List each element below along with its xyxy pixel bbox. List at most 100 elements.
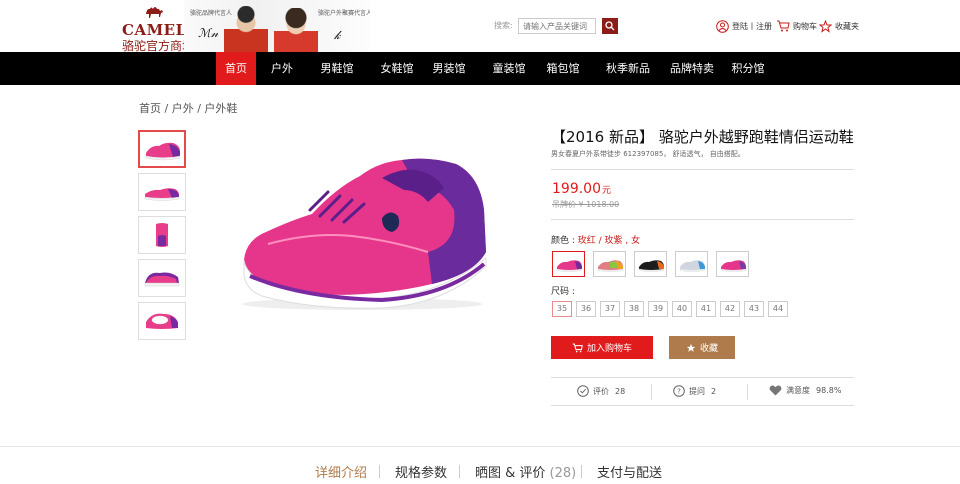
product-stats: 评价 28 ? 提问 2 满意度 98.8% <box>551 377 854 406</box>
original-price-label: 吊牌价 ¥ 1018.00 <box>552 200 620 209</box>
shoe-thumbnail-image <box>146 313 178 329</box>
size-option[interactable]: 43 <box>744 301 764 317</box>
questions-count: 2 <box>711 386 717 396</box>
reviews-label: 评价 <box>593 386 609 396</box>
divider <box>459 465 460 478</box>
divider <box>0 446 960 447</box>
price-unit: 元 <box>602 186 612 196</box>
color-swatch-black[interactable] <box>634 251 667 277</box>
satisfaction-value: 98.8% <box>816 386 842 395</box>
shoe-thumbnail-image <box>156 223 168 247</box>
nav-item-autumn-new[interactable]: 秋季新品 <box>600 52 656 85</box>
nav-item-points[interactable]: 积分馆 <box>726 52 770 85</box>
thumbnail[interactable] <box>138 173 186 211</box>
divider <box>581 465 582 478</box>
thumbnail[interactable] <box>138 216 186 254</box>
search-icon <box>605 21 615 31</box>
color-swatch-pink-alt[interactable] <box>716 251 749 277</box>
size-option[interactable]: 42 <box>720 301 740 317</box>
nav-item-kids-apparel[interactable]: 童装馆 <box>484 52 534 85</box>
shoe-thumbnail-image <box>144 272 180 287</box>
cart-label: 购物车 <box>793 21 817 31</box>
shoe-thumbnail-image <box>144 188 180 201</box>
reviews-stat[interactable]: 评价 28 <box>577 385 625 397</box>
size-option[interactable]: 39 <box>648 301 668 317</box>
color-swatch-pink[interactable] <box>552 251 585 277</box>
nav-item-womens-shoes[interactable]: 女鞋馆 <box>372 52 422 85</box>
thumbnail[interactable] <box>138 302 186 340</box>
login-label: 登陆丨注册 <box>732 21 772 31</box>
svg-text:?: ? <box>677 388 681 396</box>
check-circle-icon <box>577 385 589 397</box>
search-button[interactable] <box>602 18 618 34</box>
star-icon <box>819 19 832 33</box>
product-main-image <box>242 158 487 310</box>
nav-item-home[interactable]: 首页 <box>216 52 256 85</box>
shoe-swatch-image <box>638 260 665 272</box>
divider <box>551 219 854 220</box>
product-subtitle: 男女春夏户外系带徒步 612397085， 舒适透气， 自由搭配。 <box>551 150 745 158</box>
search-label: 搜索: <box>494 21 513 30</box>
color-label: 颜色 : 玫红 / 玫紫 , 女 <box>551 233 640 246</box>
cart-link[interactable]: 购物车 <box>776 18 817 34</box>
tab-detail[interactable]: 详细介绍 <box>315 462 367 481</box>
size-option[interactable]: 36 <box>576 301 596 317</box>
signature-graphic: ℳ𝓃 <box>198 26 219 40</box>
nav-item-mens-shoes[interactable]: 男鞋馆 <box>312 52 362 85</box>
nav-item-brand-sale[interactable]: 品牌特卖 <box>664 52 720 85</box>
divider <box>747 384 748 400</box>
login-link[interactable]: 登陆丨注册 <box>716 18 772 34</box>
divider <box>551 169 854 170</box>
color-label-text: 颜色 : <box>551 236 578 246</box>
product-title: 【2016 新品】 骆驼户外越野跑鞋情侣运动鞋 <box>551 128 854 146</box>
tab-specs[interactable]: 规格参数 <box>395 462 447 481</box>
favorites-label: 收藏夹 <box>835 21 859 31</box>
size-option[interactable]: 38 <box>624 301 644 317</box>
thumbnail[interactable] <box>138 259 186 297</box>
logo[interactable]: CAMEL 骆驼官方商城 <box>122 4 194 53</box>
nav-item-bags[interactable]: 箱包馆 <box>538 52 588 85</box>
size-option[interactable]: 44 <box>768 301 788 317</box>
nav-item-mens-apparel[interactable]: 男装馆 <box>424 52 474 85</box>
divider <box>651 384 652 400</box>
shoe-swatch-image <box>679 260 706 272</box>
nav-item-outdoor[interactable]: 户外 <box>262 52 302 85</box>
user-icon <box>716 19 729 33</box>
size-option[interactable]: 37 <box>600 301 620 317</box>
thumbnail[interactable] <box>138 130 186 168</box>
satisfaction-label: 满意度 <box>786 386 810 395</box>
product-price: 199.00元 <box>552 181 611 197</box>
reviews-count: 28 <box>615 386 626 396</box>
breadcrumb[interactable]: 首页 / 户外 / 户外鞋 <box>139 100 237 116</box>
tab-shipping[interactable]: 支付与配送 <box>597 462 662 481</box>
star-icon <box>686 343 696 352</box>
tab-reviews[interactable]: 晒图 & 评价 (28) <box>475 462 576 481</box>
satisfaction-stat: 满意度 98.8% <box>769 385 841 396</box>
favorite-button[interactable]: 收藏 <box>669 336 735 359</box>
size-option[interactable]: 35 <box>552 301 572 317</box>
cart-icon <box>572 343 583 352</box>
shoe-swatch-image <box>720 260 747 272</box>
cart-icon <box>777 20 790 32</box>
camel-logo-icon <box>146 7 163 18</box>
color-swatch-blue[interactable] <box>675 251 708 277</box>
price-value: 199.00 <box>552 181 601 197</box>
endorser-photo <box>274 8 318 52</box>
question-circle-icon: ? <box>673 385 685 397</box>
add-to-cart-label: 加入购物车 <box>586 344 632 354</box>
endorsement-banner[interactable]: 骆驼品牌代言人 骆驼户外聚赛代言人 ℳ𝓃 𝓀 <box>184 0 370 52</box>
size-option[interactable]: 41 <box>696 301 716 317</box>
divider <box>379 465 380 478</box>
endorser-photo <box>224 6 268 52</box>
color-swatch-multicolor[interactable] <box>593 251 626 277</box>
tab-reviews-label: 晒图 & 评价 <box>475 466 546 481</box>
questions-stat[interactable]: ? 提问 2 <box>673 385 716 397</box>
banner-caption-right: 骆驼户外聚赛代言人 <box>318 10 370 17</box>
search-input[interactable] <box>518 18 596 34</box>
questions-label: 提问 <box>689 386 705 396</box>
heart-icon <box>769 385 782 396</box>
add-to-cart-button[interactable]: 加入购物车 <box>551 336 653 359</box>
favorites-link[interactable]: 收藏夹 <box>819 18 859 34</box>
favorite-label: 收藏 <box>699 344 718 354</box>
size-option[interactable]: 40 <box>672 301 692 317</box>
